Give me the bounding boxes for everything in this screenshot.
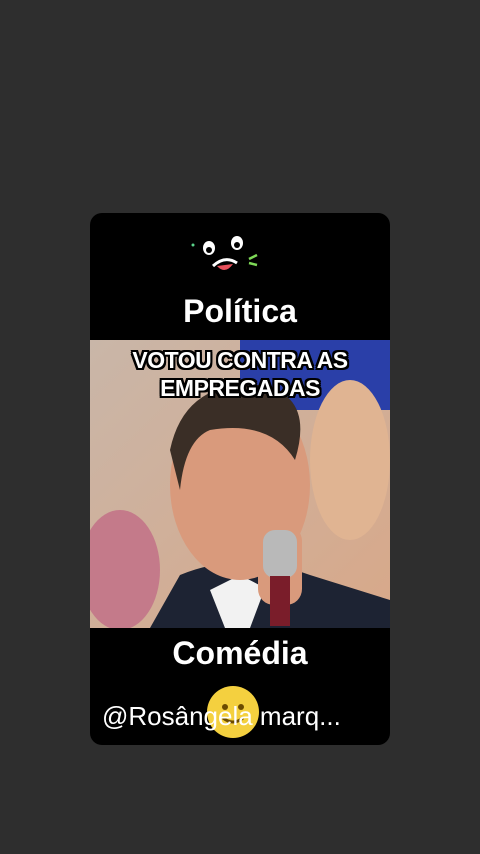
title-politica: Política — [183, 293, 297, 329]
silly-face-sticker-icon — [191, 236, 258, 271]
title-comedia: Comédia — [172, 635, 308, 671]
author-handle-row[interactable]: @Rosângela marq... — [90, 683, 390, 738]
caption-line-1: VOTOU CONTRA AS — [132, 347, 348, 373]
video-frame[interactable]: VOTOU CONTRA AS EMPREGADAS — [90, 340, 390, 628]
author-handle[interactable]: @Rosângela marq... — [102, 701, 341, 732]
story-card[interactable]: Política VOTOU CONTRA AS EMPREGADAS Comé… — [90, 213, 390, 745]
caption-line-2: EMPREGADAS — [160, 375, 320, 401]
